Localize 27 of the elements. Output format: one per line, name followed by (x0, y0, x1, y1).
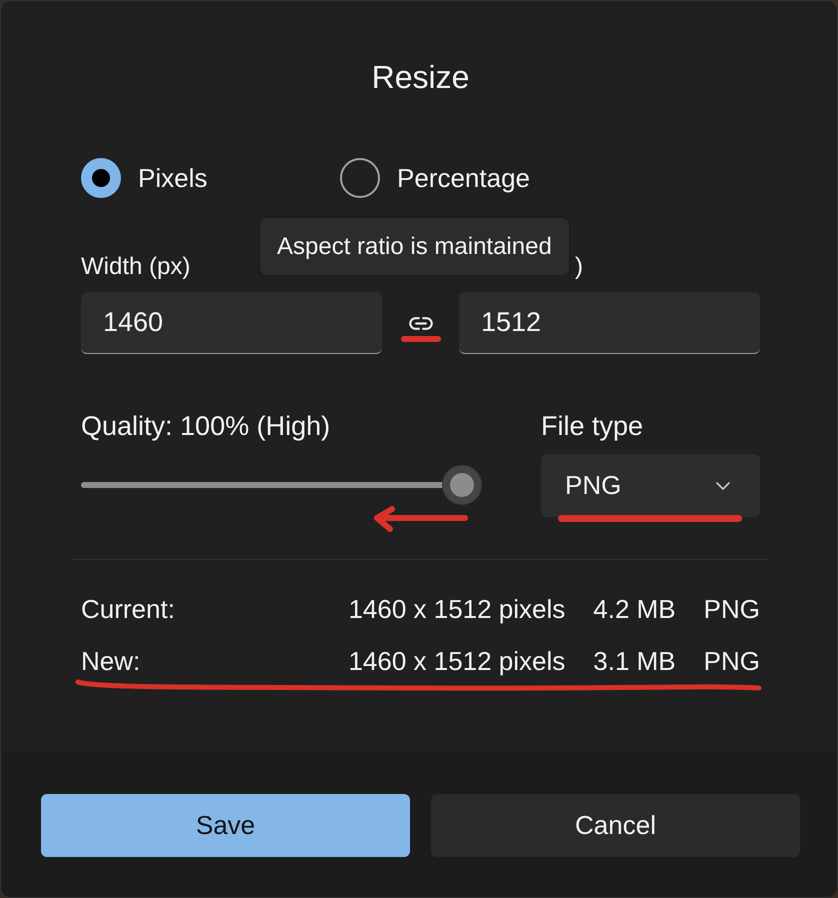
quality-slider[interactable] (81, 465, 482, 505)
dimensions-text: 1460 x 1512 pixels (348, 594, 566, 624)
radio-button-icon[interactable] (81, 158, 121, 198)
summary-label: Current: (81, 594, 175, 624)
dimensions-text: 1460 x 1512 pixels (348, 646, 566, 676)
format-text: PNG (704, 646, 760, 676)
quality-label: Quality: 100% (High) (81, 411, 332, 441)
number-input[interactable]: 1512 (459, 292, 760, 354)
radio-option[interactable]: Pixels (81, 158, 208, 198)
slider-thumb[interactable] (442, 465, 482, 505)
file-size-text: 4.2 MB (593, 594, 676, 624)
field-label: ) (575, 253, 583, 281)
radio-option[interactable]: Percentage (340, 158, 530, 198)
dialog-title: Resize (372, 58, 470, 97)
tooltip: Aspect ratio is maintained (259, 217, 570, 276)
link-icon[interactable] (408, 316, 434, 330)
chevron-down-icon[interactable] (716, 482, 730, 490)
file-type-label: File type (541, 411, 644, 441)
number-input[interactable]: 1460 (81, 292, 382, 354)
file-type-dropdown[interactable]: PNG (541, 454, 760, 517)
file-size-text: 3.1 MB (593, 646, 676, 676)
field-label: Width (px) (81, 253, 190, 281)
radio-button-icon[interactable] (340, 158, 380, 198)
format-text: PNG (704, 594, 760, 624)
save-button[interactable]: Save (41, 794, 410, 857)
summary-label: New: (81, 646, 140, 676)
cancel-button[interactable]: Cancel (431, 794, 800, 857)
